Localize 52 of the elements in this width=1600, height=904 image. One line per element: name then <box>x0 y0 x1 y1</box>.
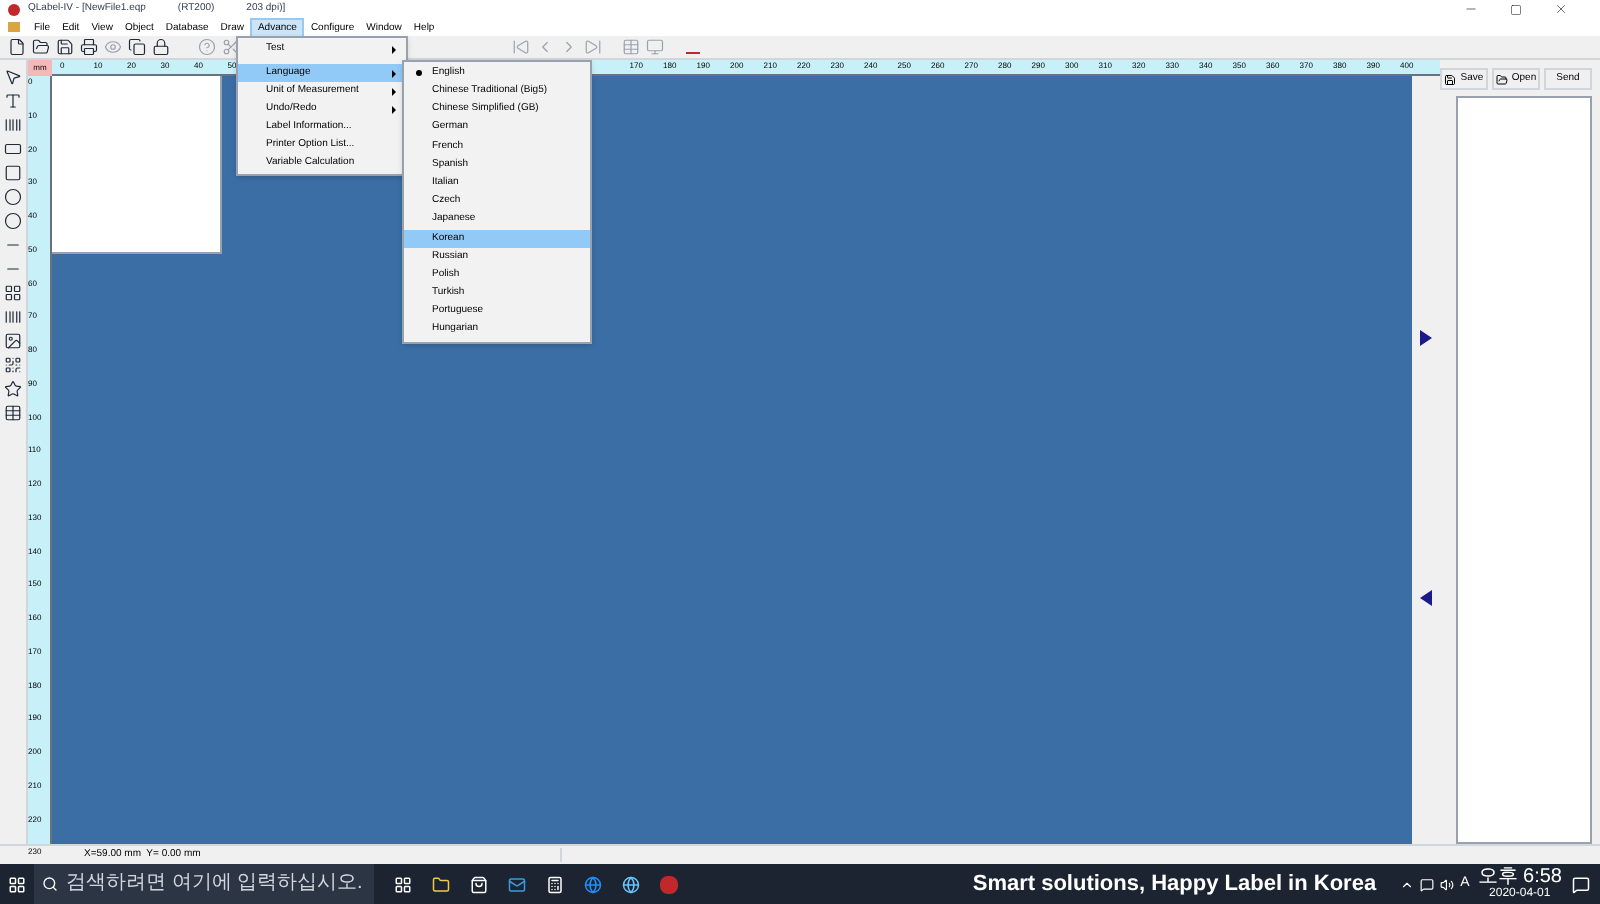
store-icon[interactable] <box>470 875 488 893</box>
serial-icon[interactable] <box>4 404 22 422</box>
search-icon <box>42 876 58 892</box>
lock-icon[interactable] <box>152 38 170 56</box>
matrix-barcode-icon[interactable] <box>4 308 22 326</box>
app-icon[interactable] <box>660 875 678 893</box>
filled-rectangle-icon[interactable] <box>4 140 22 158</box>
close-icon[interactable] <box>1554 2 1568 16</box>
save-icon <box>1444 73 1457 85</box>
submenu-arrow-icon <box>392 87 396 95</box>
new-file-icon[interactable] <box>8 38 26 56</box>
speaker-icon[interactable] <box>1440 877 1455 891</box>
copy-icon[interactable] <box>128 38 146 56</box>
ellipse-icon[interactable] <box>4 188 22 206</box>
open-folder-icon[interactable] <box>32 38 50 56</box>
browser-icon[interactable] <box>584 875 602 893</box>
app-logo-icon <box>8 3 20 15</box>
tray-chevron-icon[interactable] <box>1400 877 1415 891</box>
start-icon[interactable] <box>8 875 26 893</box>
task-view-icon[interactable] <box>394 875 412 893</box>
submenu-arrow-icon <box>392 45 396 53</box>
submenu-arrow-icon <box>392 105 396 113</box>
rectangle-icon[interactable] <box>4 164 22 182</box>
save-icon[interactable] <box>56 38 74 56</box>
mail-icon[interactable] <box>508 875 526 893</box>
printer-icon[interactable] <box>80 38 98 56</box>
star-icon[interactable] <box>4 380 22 398</box>
submenu-arrow-icon <box>392 69 396 77</box>
barcode-icon[interactable] <box>4 116 22 134</box>
file-explorer-icon[interactable] <box>432 875 450 893</box>
search-field[interactable]: 검색하려면 여기에 입력하십시오. <box>34 864 374 904</box>
network-icon[interactable] <box>1420 877 1435 891</box>
collapse-arrow-icon[interactable] <box>1420 590 1432 606</box>
calculator-icon[interactable] <box>546 875 564 893</box>
document-icon <box>8 22 20 32</box>
circle-icon[interactable] <box>4 212 22 230</box>
radio-bullet-icon <box>415 70 421 77</box>
text-tool-icon[interactable] <box>4 92 22 110</box>
caption-text: Smart solutions, Happy Label in Korea <box>972 869 1377 900</box>
qr-code-icon[interactable] <box>4 356 22 374</box>
list-box[interactable] <box>1456 96 1592 844</box>
image-icon[interactable] <box>4 332 22 350</box>
browser-icon[interactable] <box>622 875 640 893</box>
pointer-icon[interactable] <box>4 68 22 86</box>
grid-code-icon[interactable] <box>4 284 22 302</box>
open-folder-icon <box>1495 73 1508 85</box>
notification-icon[interactable] <box>1572 875 1590 893</box>
maximize-icon[interactable] <box>1510 3 1522 15</box>
expand-arrow-icon[interactable] <box>1420 330 1432 346</box>
label-page[interactable] <box>52 76 222 254</box>
clock-time: 오후 6:58 <box>1477 867 1562 887</box>
design-canvas[interactable] <box>52 76 1412 844</box>
